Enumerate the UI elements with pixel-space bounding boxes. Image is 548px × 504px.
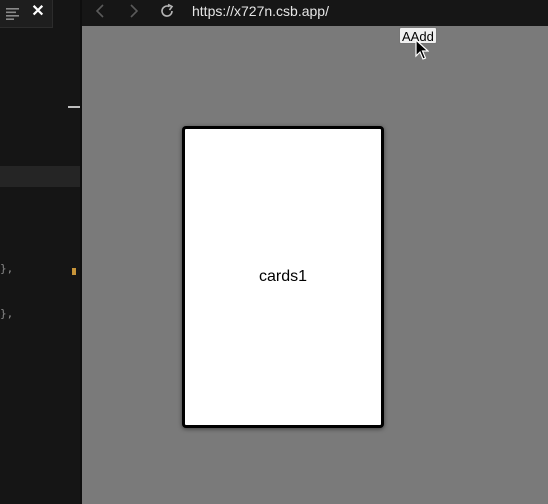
code-line[interactable]: }, (0, 262, 13, 275)
modified-line-marker (72, 268, 76, 275)
reload-icon[interactable] (158, 2, 176, 20)
list-icon[interactable] (6, 7, 20, 20)
mouse-pointer-icon (415, 38, 430, 61)
chevron-left-icon[interactable] (92, 2, 110, 20)
active-line-highlight (0, 166, 80, 187)
close-icon[interactable]: ✕ (31, 3, 45, 21)
code-editor-panel: ✕ }, }, (0, 0, 82, 504)
browser-toolbar: https://x727n.csb.app/ (82, 0, 548, 26)
chevron-right-icon[interactable] (124, 2, 142, 20)
card[interactable]: cards1 (182, 126, 384, 428)
editor-tab[interactable]: ✕ (0, 0, 53, 28)
code-line[interactable]: }, (0, 307, 13, 320)
address-bar-url[interactable]: https://x727n.csb.app/ (192, 1, 329, 21)
browser-preview-pane: https://x727n.csb.app/ AAdd cards1 (82, 0, 548, 504)
card-label: cards1 (258, 268, 308, 285)
